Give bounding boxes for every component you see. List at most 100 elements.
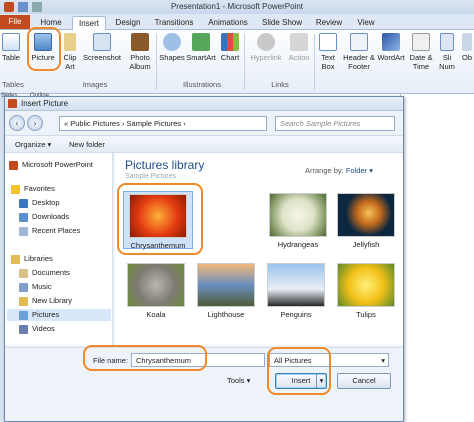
- group-illustrations: Illustrations: [183, 80, 221, 89]
- slide-canvas: [400, 94, 474, 422]
- hydrangeas-image: [269, 193, 327, 237]
- ribbon-tabs: File Home Insert Design Transitions Anim…: [0, 14, 474, 30]
- thumbnail-lighthouse[interactable]: Lighthouse: [191, 263, 261, 319]
- nav-item-documents[interactable]: Documents: [19, 267, 70, 279]
- file-view: Pictures library Sample Pictures Arrange…: [115, 153, 403, 345]
- library-title: Pictures library: [125, 158, 205, 172]
- back-icon[interactable]: ‹: [9, 115, 25, 131]
- thumbnail-hydrangeas[interactable]: Hydrangeas: [263, 193, 333, 249]
- cancel-button[interactable]: Cancel: [337, 373, 391, 389]
- nav-item-powerpoint[interactable]: Microsoft PowerPoint: [9, 159, 93, 171]
- group-images: Images: [82, 80, 108, 89]
- text-box-icon: [319, 33, 337, 51]
- chart-button[interactable]: Chart: [218, 33, 242, 62]
- nav-item-recent-places[interactable]: Recent Places: [19, 225, 80, 237]
- music-icon: [19, 282, 28, 292]
- header-footer-button[interactable]: Header & Footer: [342, 33, 376, 71]
- library-icon: [11, 254, 20, 264]
- videos-icon: [19, 324, 28, 334]
- nav-item-favorites[interactable]: Favorites: [11, 183, 55, 195]
- penguins-image: [267, 263, 325, 307]
- action-icon: [290, 33, 308, 51]
- tab-review[interactable]: Review: [312, 16, 346, 30]
- text-box-button[interactable]: Text Box: [316, 33, 340, 71]
- thumbnail-penguins[interactable]: Penguins: [261, 263, 331, 319]
- smartart-icon: [192, 33, 210, 51]
- tab-slide-show[interactable]: Slide Show: [258, 16, 306, 30]
- thumbnail-jellyfish[interactable]: Jellyfish: [331, 193, 401, 249]
- insert-button[interactable]: Insert ▾: [275, 373, 327, 389]
- tab-home[interactable]: Home: [36, 16, 66, 30]
- table-icon: [2, 33, 20, 51]
- dialog-toolbar: Organize ▾ New folder: [5, 135, 403, 153]
- navigation-pane: Microsoft PowerPoint Favorites Desktop D…: [5, 153, 113, 345]
- arrange-by-dropdown[interactable]: Folder ▾: [346, 166, 373, 175]
- chrysanthemum-image: [129, 194, 187, 238]
- thumbnail-koala[interactable]: Koala: [121, 263, 191, 319]
- shapes-button[interactable]: Shapes: [158, 33, 186, 62]
- hyperlink-icon: [257, 33, 275, 51]
- nav-item-videos[interactable]: Videos: [19, 323, 55, 335]
- chevron-down-icon: ▾: [381, 356, 385, 365]
- library-icon: [19, 296, 28, 306]
- clip-art-button[interactable]: Clip Art: [60, 33, 80, 71]
- address-bar: ‹ › « Public Pictures › Sample Pictures …: [9, 113, 401, 133]
- koala-image: [127, 263, 185, 307]
- tab-file[interactable]: File: [0, 15, 30, 29]
- recent-icon: [19, 226, 28, 236]
- smartart-button[interactable]: SmartArt: [186, 33, 216, 62]
- thumbnail-tulips[interactable]: Tulips: [331, 263, 401, 319]
- hyperlink-button[interactable]: Hyperlink: [248, 33, 284, 62]
- slide-number-button[interactable]: Sli Num: [436, 33, 458, 71]
- pictures-icon: [19, 310, 28, 320]
- date-time-button[interactable]: Date & Time: [408, 33, 434, 71]
- filename-field[interactable]: Chrysanthemum: [131, 353, 265, 367]
- photo-album-button[interactable]: Photo Album: [124, 33, 156, 71]
- tulips-image: [337, 263, 395, 307]
- date-time-icon: [412, 33, 430, 51]
- clip-art-icon: [64, 33, 76, 51]
- filename-label: File name:: [93, 356, 129, 365]
- nav-item-libraries[interactable]: Libraries: [11, 253, 53, 265]
- dialog-footer: File name: Chrysanthemum All Pictures ▾ T…: [5, 345, 403, 421]
- tools-dropdown[interactable]: Tools ▾: [227, 376, 250, 385]
- group-tables: Tables: [2, 80, 24, 89]
- chevron-down-icon[interactable]: ▾: [316, 374, 326, 388]
- documents-icon: [19, 268, 28, 278]
- wordart-button[interactable]: WordArt: [376, 33, 406, 62]
- star-icon: [11, 184, 20, 194]
- arrange-by: Arrange by: Folder ▾: [305, 166, 373, 175]
- nav-item-new-library[interactable]: New Library: [19, 295, 72, 307]
- object-icon: [462, 33, 472, 51]
- action-button[interactable]: Action: [286, 33, 312, 62]
- tab-transitions[interactable]: Transitions: [150, 16, 198, 30]
- photo-album-icon: [131, 33, 149, 51]
- group-links: Links: [271, 80, 289, 89]
- screenshot-icon: [93, 33, 111, 51]
- tab-design[interactable]: Design: [110, 16, 146, 30]
- new-folder-button[interactable]: New folder: [69, 140, 105, 149]
- nav-item-downloads[interactable]: Downloads: [19, 211, 69, 223]
- nav-item-desktop[interactable]: Desktop: [19, 197, 60, 209]
- object-button[interactable]: Ob: [460, 33, 474, 62]
- nav-item-pictures[interactable]: Pictures: [7, 309, 111, 321]
- organize-button[interactable]: Organize ▾: [15, 140, 51, 149]
- table-button[interactable]: Table: [0, 33, 22, 62]
- shapes-icon: [163, 33, 181, 51]
- filetype-select[interactable]: All Pictures ▾: [269, 353, 389, 367]
- search-input[interactable]: Search Sample Pictures: [275, 116, 395, 131]
- tab-animations[interactable]: Animations: [204, 16, 252, 30]
- forward-icon[interactable]: ›: [27, 115, 43, 131]
- desktop-icon: [19, 198, 28, 208]
- thumbnail-chrysanthemum[interactable]: Chrysanthemum: [123, 191, 193, 250]
- tab-view[interactable]: View: [352, 16, 380, 30]
- lighthouse-image: [197, 263, 255, 307]
- nav-item-music[interactable]: Music: [19, 281, 52, 293]
- tab-insert[interactable]: Insert: [72, 16, 106, 30]
- screenshot-button[interactable]: Screenshot: [82, 33, 122, 62]
- picture-button[interactable]: Picture: [28, 33, 58, 62]
- title-bar: Presentation1 - Microsoft PowerPoint: [0, 0, 474, 14]
- wordart-icon: [382, 33, 400, 51]
- address-path[interactable]: « Public Pictures › Sample Pictures ›: [59, 116, 267, 131]
- picture-icon: [34, 33, 52, 51]
